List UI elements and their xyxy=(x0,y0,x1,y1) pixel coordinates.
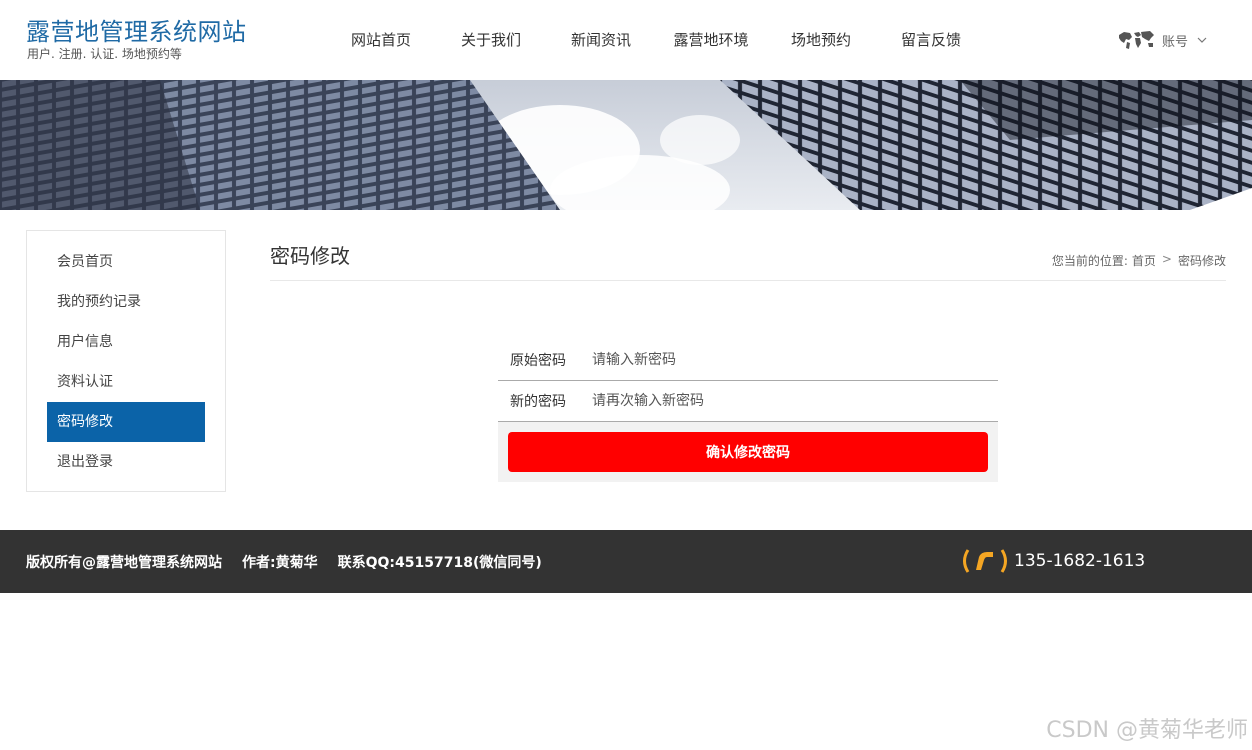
site-subtitle: 用户. 注册. 认证. 场地预约等 xyxy=(27,47,182,61)
chevron-down-icon xyxy=(1197,37,1207,43)
title-divider xyxy=(270,280,1226,281)
submit-area: 确认修改密码 xyxy=(498,422,998,482)
account-menu[interactable]: 账号 xyxy=(1116,28,1208,52)
banner-image xyxy=(0,80,1252,210)
breadcrumb-prefix: 您当前的位置: xyxy=(1051,254,1128,268)
new-password-row: 新的密码 xyxy=(498,381,998,422)
nav-about[interactable]: 关于我们 xyxy=(436,0,546,80)
sidebar-item-verification[interactable]: 资料认证 xyxy=(47,362,205,402)
sidebar-item-booking-records[interactable]: 我的预约记录 xyxy=(47,282,205,322)
sidebar-item-logout[interactable]: 退出登录 xyxy=(47,442,205,482)
phone-icon xyxy=(963,549,1007,573)
breadcrumb-separator: > xyxy=(1161,252,1172,266)
watermark-text: CSDN @黄菊华老师 xyxy=(1046,718,1248,743)
footer-phone: 135-1682-1613 xyxy=(960,548,1145,574)
old-password-label: 原始密码 xyxy=(510,353,566,369)
world-map-icon xyxy=(1119,31,1154,49)
password-form: 原始密码 新的密码 确认修改密码 xyxy=(498,340,998,482)
sidebar-item-member-home[interactable]: 会员首页 xyxy=(47,242,205,282)
nav-home[interactable]: 网站首页 xyxy=(326,0,436,80)
new-password-input[interactable] xyxy=(580,382,998,420)
nav-environment[interactable]: 露营地环境 xyxy=(656,0,766,80)
confirm-change-password-button[interactable]: 确认修改密码 xyxy=(508,432,988,472)
phone-number: 135-1682-1613 xyxy=(1014,551,1146,571)
footer-copyright: 版权所有@露营地管理系统网站 xyxy=(26,555,222,571)
nav-feedback[interactable]: 留言反馈 xyxy=(876,0,986,80)
footer: 版权所有@露营地管理系统网站 作者:黄菊华 联系QQ:45157718(微信同号… xyxy=(0,530,1252,593)
footer-contact: 联系QQ:45157718(微信同号) xyxy=(337,555,542,571)
old-password-row: 原始密码 xyxy=(498,340,998,381)
account-label: 账号 xyxy=(1162,34,1189,50)
breadcrumb-home[interactable]: 首页 xyxy=(1132,252,1156,269)
footer-author: 作者:黄菊华 xyxy=(242,555,318,571)
old-password-input[interactable] xyxy=(580,341,998,379)
sidebar-item-change-password[interactable]: 密码修改 xyxy=(47,402,205,442)
page-title: 密码修改 xyxy=(270,244,350,268)
main-nav: 网站首页 关于我们 新闻资讯 露营地环境 场地预约 留言反馈 xyxy=(326,0,986,80)
nav-news[interactable]: 新闻资讯 xyxy=(546,0,656,80)
breadcrumb-current: 密码修改 xyxy=(1177,254,1226,268)
nav-booking[interactable]: 场地预约 xyxy=(766,0,876,80)
breadcrumb: 您当前的位置: 首页 > 密码修改 xyxy=(1052,252,1226,269)
sidebar-item-user-info[interactable]: 用户信息 xyxy=(47,322,205,362)
footer-info: 版权所有@露营地管理系统网站 作者:黄菊华 联系QQ:45157718(微信同号… xyxy=(26,552,542,572)
site-title[interactable]: 露营地管理系统网站 xyxy=(26,12,247,47)
new-password-label: 新的密码 xyxy=(510,394,566,410)
member-sidebar: 会员首页 我的预约记录 用户信息 资料认证 密码修改 退出登录 xyxy=(26,230,226,492)
header: 露营地管理系统网站 用户. 注册. 认证. 场地预约等 网站首页 关于我们 新闻… xyxy=(0,0,1252,80)
